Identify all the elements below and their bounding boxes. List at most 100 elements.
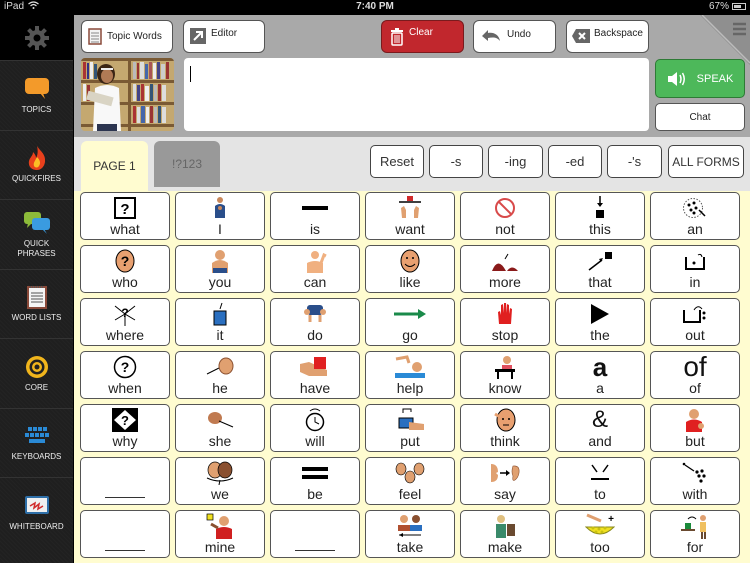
word-button-to[interactable]: to	[555, 457, 645, 505]
settings-button[interactable]	[0, 15, 73, 61]
word-button-more[interactable]: more	[460, 245, 550, 293]
word-button-make[interactable]: make	[460, 510, 550, 558]
word-button-want[interactable]: want	[365, 192, 455, 240]
editor-button[interactable]: Editor	[183, 20, 265, 53]
sidebar-item-keyboards[interactable]: KEYBOARDS	[0, 409, 73, 478]
word-button-it[interactable]: it	[175, 298, 265, 346]
word-button-have[interactable]: have	[270, 351, 360, 399]
word-button-a[interactable]: aa	[555, 351, 645, 399]
word-button-and[interactable]: & and	[555, 404, 645, 452]
word-label: who	[112, 274, 138, 290]
all-forms-button[interactable]: ALL FORMS	[668, 145, 744, 178]
tab-symbols[interactable]: !?123	[154, 141, 220, 187]
clear-button[interactable]: Clear	[381, 20, 464, 53]
word-label: be	[307, 486, 323, 502]
word-button-do[interactable]: do	[270, 298, 360, 346]
word-button-too[interactable]: + too	[555, 510, 645, 558]
word-button-she[interactable]: she	[175, 404, 265, 452]
menu-corner-button[interactable]	[700, 15, 750, 65]
sidebar-item-word-lists[interactable]: WORD LISTS	[0, 270, 73, 339]
thinking-face-icon	[461, 408, 549, 432]
word-button-put[interactable]: put	[365, 404, 455, 452]
word-button-who[interactable]: ? who	[80, 245, 170, 293]
blank-icon	[271, 514, 359, 538]
empty-word-button[interactable]	[270, 510, 360, 558]
svg-text:+: +	[608, 514, 614, 525]
word-label: help	[396, 380, 424, 396]
message-input[interactable]	[184, 58, 649, 131]
speak-button[interactable]: SPEAK	[655, 59, 745, 98]
word-button-this[interactable]: this	[555, 192, 645, 240]
word-button-he[interactable]: he	[175, 351, 265, 399]
word-grid: ? what Iis want not this an? who you can like more t…	[74, 191, 750, 563]
topic-words-button[interactable]: Topic Words	[81, 20, 173, 53]
word-button-but[interactable]: but	[650, 404, 740, 452]
word-button-the[interactable]: the	[555, 298, 645, 346]
word-button-you[interactable]: you	[175, 245, 265, 293]
tab-page-1[interactable]: PAGE 1	[81, 141, 148, 191]
pile-more-icon	[461, 249, 549, 273]
hand-place-icon	[366, 408, 454, 432]
three-faces-icon	[366, 461, 454, 485]
word-button-why[interactable]: ? why	[80, 404, 170, 452]
suffix-apostrophe-s-button[interactable]: -'s	[607, 145, 662, 178]
person-flex-icon	[271, 249, 359, 273]
word-button-of[interactable]: of of	[650, 351, 740, 399]
word-button-out[interactable]: out	[650, 298, 740, 346]
person-self-icon	[176, 196, 264, 220]
word-button-what[interactable]: ? what	[80, 192, 170, 240]
chat-button[interactable]: Chat	[655, 103, 745, 131]
word-button-is[interactable]: is	[270, 192, 360, 240]
word-button-will[interactable]: will	[270, 404, 360, 452]
suffix-ed-button[interactable]: -ed	[548, 145, 602, 178]
word-button-be[interactable]: be	[270, 457, 360, 505]
empty-word-button[interactable]	[80, 510, 170, 558]
sidebar-item-label: WHITEBOARD	[9, 522, 64, 532]
word-button-where[interactable]: ? where	[80, 298, 170, 346]
topic-photo	[81, 58, 174, 131]
reset-button[interactable]: Reset	[370, 145, 424, 178]
word-button-help[interactable]: help	[365, 351, 455, 399]
equals-icon	[271, 461, 359, 485]
sidebar-item-quick-phrases[interactable]: QUICK PHRASES	[0, 200, 73, 270]
sidebar-item-core[interactable]: CORE	[0, 339, 73, 409]
svg-text:?: ?	[121, 359, 130, 375]
word-button-feel[interactable]: feel	[365, 457, 455, 505]
status-bar: iPad 7:40 PM 67%	[0, 0, 750, 15]
empty-word-button[interactable]	[80, 457, 170, 505]
suffix-ing-button[interactable]: -ing	[488, 145, 543, 178]
sidebar-item-whiteboard[interactable]: WHITEBOARD	[0, 478, 73, 548]
word-button-go[interactable]: go	[365, 298, 455, 346]
word-button-not[interactable]: not	[460, 192, 550, 240]
svg-text:?: ?	[120, 201, 129, 218]
word-button-that[interactable]: that	[555, 245, 645, 293]
word-label: and	[588, 433, 612, 449]
word-button-an[interactable]: an	[650, 192, 740, 240]
word-button-think[interactable]: think	[460, 404, 550, 452]
sidebar-item-quickfires[interactable]: QUICKFIRES	[0, 131, 73, 200]
word-button-with[interactable]: with	[650, 457, 740, 505]
word-button-mine[interactable]: mine	[175, 510, 265, 558]
word-button-in[interactable]: in	[650, 245, 740, 293]
word-button-I[interactable]: I	[175, 192, 265, 240]
word-label: to	[594, 486, 606, 502]
backspace-button[interactable]: Backspace	[566, 20, 649, 53]
hands-reach-icon	[366, 196, 454, 220]
word-button-say[interactable]: say	[460, 457, 550, 505]
word-button-when[interactable]: ? when	[80, 351, 170, 399]
word-button-stop[interactable]: stop	[460, 298, 550, 346]
word-label: the	[590, 327, 610, 343]
word-label: say	[494, 486, 516, 502]
word-button-can[interactable]: can	[270, 245, 360, 293]
word-button-know[interactable]: know	[460, 351, 550, 399]
word-button-we[interactable]: we	[175, 457, 265, 505]
word-button-like[interactable]: like	[365, 245, 455, 293]
word-button-for[interactable]: for	[650, 510, 740, 558]
svg-text:?: ?	[121, 413, 129, 428]
sidebar-item-topics[interactable]: TOPICS	[0, 61, 73, 131]
suffix-s-button[interactable]: -s	[429, 145, 483, 178]
speech-bubble-icon	[24, 77, 49, 99]
word-button-take[interactable]: take	[365, 510, 455, 558]
undo-button[interactable]: Undo	[473, 20, 556, 53]
person-pointing-icon	[176, 249, 264, 273]
